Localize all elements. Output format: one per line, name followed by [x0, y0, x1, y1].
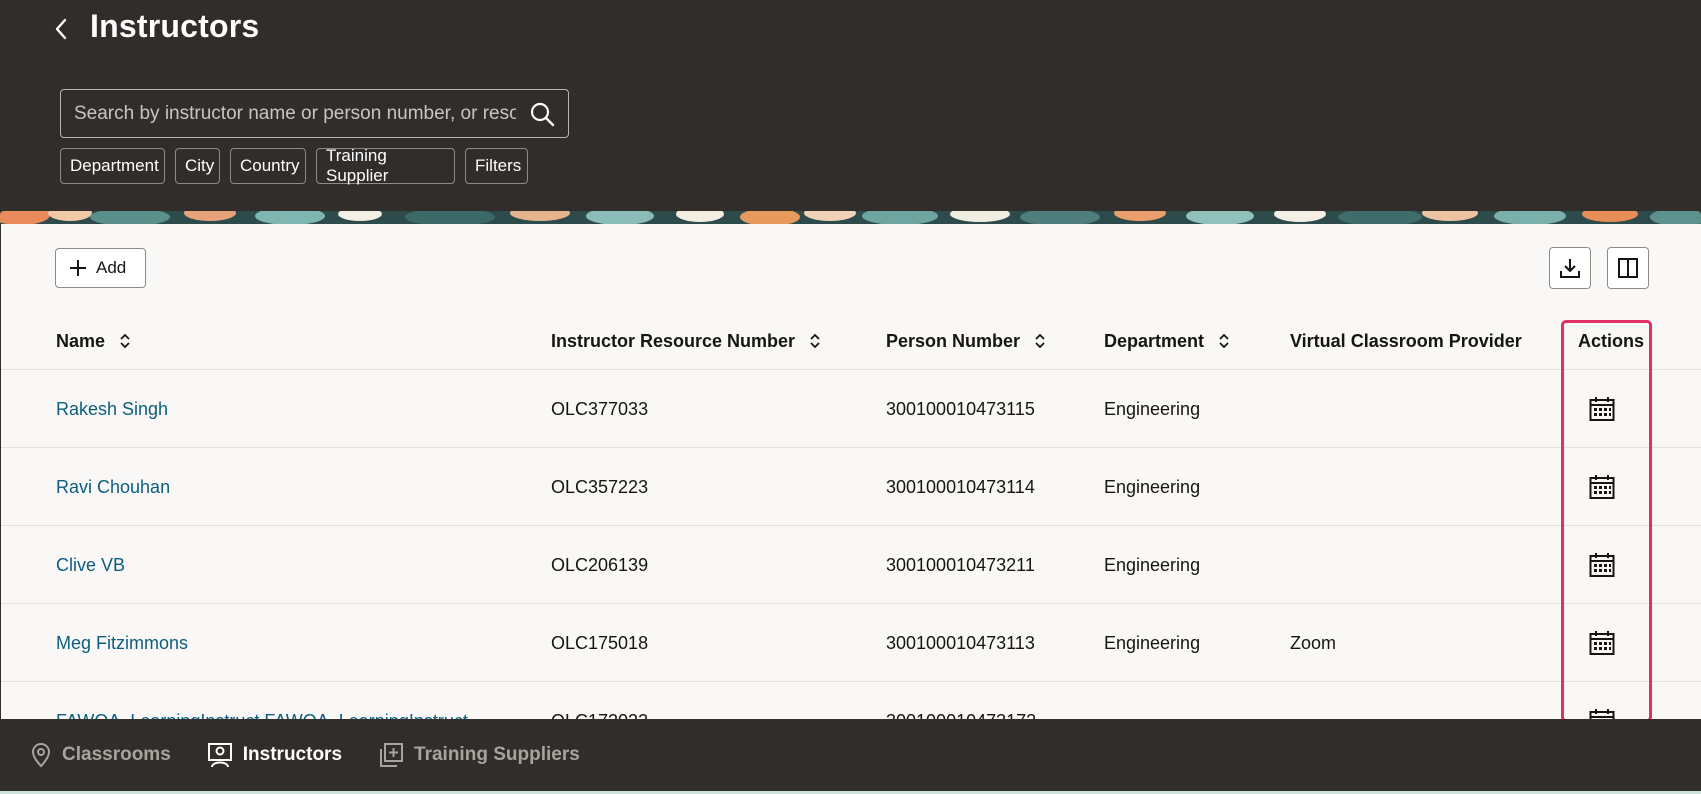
sort-icon[interactable] — [1218, 332, 1230, 350]
nav-item-instructors[interactable]: Instructors — [207, 742, 342, 768]
table-row: Meg Fitzimmons OLC175018 300100010473113… — [1, 604, 1701, 682]
back-button[interactable] — [50, 16, 72, 42]
schedule-button[interactable] — [1582, 545, 1622, 585]
resource-number: OLC172023 — [551, 682, 648, 721]
person-number: 300100010473113 — [886, 632, 1035, 653]
filter-chips: Department City Country Training Supplie… — [60, 146, 528, 185]
sort-icon[interactable] — [1034, 332, 1046, 350]
calendar-icon — [1589, 553, 1615, 577]
resource-number: OLC377033 — [551, 398, 649, 419]
schedule-button[interactable] — [1582, 623, 1622, 663]
calendar-icon — [1589, 397, 1615, 421]
download-button[interactable] — [1549, 247, 1591, 289]
schedule-button[interactable] — [1582, 701, 1622, 720]
virtual-provider: Zoom — [1290, 632, 1337, 653]
nav-item-label: Training Suppliers — [414, 744, 580, 765]
column-header-person-number[interactable]: Person Number — [886, 312, 1046, 370]
search-icon[interactable] — [516, 90, 568, 137]
department: Engineering — [1104, 632, 1201, 653]
decorative-banner — [0, 211, 1701, 225]
filter-chip-country[interactable]: Country — [230, 148, 306, 184]
person-number: 300100010473115 — [886, 398, 1035, 419]
department: Engineering — [1104, 476, 1201, 497]
instructors-table: Name Instructor Resource Number Person N… — [1, 312, 1701, 720]
search-box[interactable] — [60, 89, 569, 138]
filter-chip-city[interactable]: City — [175, 148, 220, 184]
columns-button[interactable] — [1607, 247, 1649, 289]
person-number: 300100010473211 — [886, 554, 1035, 575]
department: Engineering — [1104, 554, 1201, 575]
columns-icon — [1618, 258, 1638, 278]
row-actions — [1582, 526, 1622, 604]
row-actions — [1582, 448, 1622, 526]
filter-chip-department[interactable]: Department — [60, 148, 165, 184]
instructor-name-link[interactable]: Rakesh Singh — [56, 370, 168, 448]
plus-icon — [70, 260, 86, 276]
table-row: Rakesh Singh OLC377033 300100010473115 E… — [1, 370, 1701, 448]
filter-chip-training-supplier[interactable]: Training Supplier — [316, 146, 455, 185]
resource-number: OLC175018 — [551, 632, 649, 653]
page-header: Instructors Department City Country Trai… — [0, 0, 1701, 211]
department: Engineering — [1104, 398, 1201, 419]
download-icon — [1560, 259, 1580, 278]
nav-item-classrooms[interactable]: Classrooms — [30, 742, 171, 768]
instructor-name-link[interactable]: FAWQA_LearningInstruct FAWQA_LearningIns… — [56, 682, 468, 721]
add-button[interactable]: Add — [55, 248, 146, 288]
table-row: Ravi Chouhan OLC357223 300100010473114 E… — [1, 448, 1701, 526]
column-header-virtual-provider: Virtual Classroom Provider — [1290, 330, 1522, 351]
resource-number: OLC357223 — [551, 476, 649, 497]
column-header-actions: Actions — [1578, 330, 1645, 351]
search-input[interactable] — [61, 90, 516, 137]
nav-item-training-suppliers[interactable]: Training Suppliers — [378, 742, 580, 768]
filter-chip-filters[interactable]: Filters — [465, 148, 528, 184]
person-number: 300100010473114 — [886, 476, 1035, 497]
calendar-icon — [1589, 631, 1615, 655]
table-row: Clive VB OLC206139 300100010473211 Engin… — [1, 526, 1701, 604]
instructor-icon — [207, 743, 232, 768]
location-pin-icon — [31, 742, 51, 768]
chevron-left-icon — [55, 18, 67, 40]
add-button-label: Add — [96, 258, 127, 277]
bottom-navigation: Classrooms Instructors Training Supplier… — [0, 719, 1701, 791]
table-row: FAWQA_LearningInstruct FAWQA_LearningIns… — [1, 682, 1701, 720]
row-actions — [1582, 604, 1622, 682]
supplier-icon — [380, 743, 404, 767]
calendar-icon — [1589, 475, 1615, 499]
schedule-button[interactable] — [1582, 389, 1622, 429]
instructors-panel: Add Name Instructor Resource Number Pers… — [1, 224, 1701, 720]
instructor-name-link[interactable]: Clive VB — [56, 526, 125, 604]
row-actions — [1582, 682, 1622, 720]
row-actions — [1582, 370, 1622, 448]
nav-item-label: Classrooms — [62, 744, 171, 765]
column-header-department[interactable]: Department — [1104, 312, 1230, 370]
nav-item-label: Instructors — [242, 744, 343, 765]
sort-icon[interactable] — [119, 332, 131, 350]
person-number: 300100010473172 — [886, 682, 1036, 721]
column-header-resource-number[interactable]: Instructor Resource Number — [551, 312, 821, 370]
sort-icon[interactable] — [809, 332, 821, 350]
table-header: Name Instructor Resource Number Person N… — [1, 312, 1701, 370]
page-title: Instructors — [90, 8, 260, 44]
instructor-name-link[interactable]: Meg Fitzimmons — [56, 604, 188, 682]
schedule-button[interactable] — [1582, 467, 1622, 507]
instructor-name-link[interactable]: Ravi Chouhan — [56, 448, 170, 526]
resource-number: OLC206139 — [551, 554, 649, 575]
column-header-name[interactable]: Name — [56, 312, 131, 370]
